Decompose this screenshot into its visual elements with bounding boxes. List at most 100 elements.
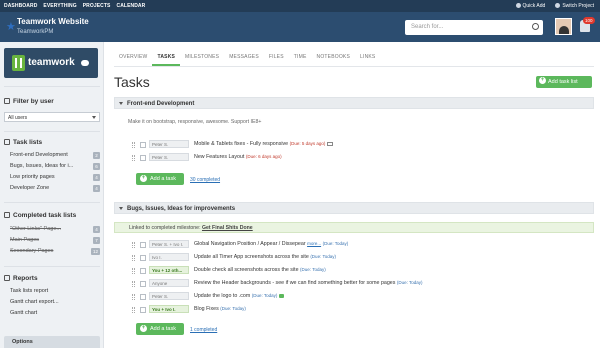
task-row[interactable]: Anyone Review the Header backgrounds - s… [132, 279, 592, 289]
nav-everything[interactable]: EVERYTHING [43, 3, 76, 9]
comment-icon[interactable] [279, 293, 285, 298]
avatar[interactable] [555, 18, 572, 35]
task-checkbox[interactable] [140, 293, 146, 300]
quick-add-button[interactable]: Quick Add [515, 3, 546, 9]
assignee-tag[interactable]: Peter S. [149, 140, 189, 148]
add-task-button[interactable]: Add a task [136, 323, 184, 335]
tab-milestones[interactable]: MILESTONES [180, 52, 224, 66]
task-text[interactable]: Global Navigation Position / Appear / Di… [194, 241, 348, 247]
report-task-lists[interactable]: Task lists report [10, 288, 100, 294]
task-checkbox[interactable] [140, 241, 146, 248]
task-text[interactable]: Blog Fixes (Due: Today) [194, 306, 246, 312]
task-text[interactable]: Double check all screenshots across the … [194, 267, 326, 273]
drag-handle-icon[interactable] [132, 268, 135, 274]
task-checkbox[interactable] [140, 306, 146, 313]
assignee-tag[interactable]: You + Ivo I. [149, 305, 189, 313]
due-date: (Due: Today) [310, 254, 336, 259]
nav-calendar[interactable]: CALENDAR [117, 3, 146, 9]
report-gantt-export[interactable]: Gantt chart export... [10, 299, 100, 305]
sidebar-item-bugs[interactable]: Bugs, Issues, Ideas for i... 6 [10, 163, 100, 170]
task-row[interactable]: Peter S. Mobile & Tablets fixes - Fully … [132, 140, 592, 150]
divider [4, 266, 100, 267]
assignee-tag[interactable]: Ivo I. [149, 253, 189, 261]
tab-links[interactable]: LINKS [355, 52, 380, 66]
notification-badge: 100 [583, 17, 595, 24]
count-badge: 12 [90, 248, 100, 255]
project-title[interactable]: Teamwork Website [17, 17, 89, 26]
task-row[interactable]: You + Ivo I. Blog Fixes (Due: Today) [132, 305, 592, 315]
assignee-tag[interactable]: Anyone [149, 279, 189, 287]
report-gantt-chart[interactable]: Gantt chart [10, 310, 100, 316]
task-checkbox[interactable] [140, 280, 146, 287]
divider [4, 131, 100, 132]
assignee-tag[interactable]: You + 12 oth... [149, 266, 189, 274]
sidebar-item-developer-zone[interactable]: Developer Zone 4 [10, 185, 100, 192]
switch-project-label: Switch Project [562, 3, 594, 9]
user-filter-select[interactable]: All users [4, 112, 100, 122]
task-row[interactable]: Peter S. + Ivo I. Global Navigation Posi… [132, 240, 592, 250]
task-list-header[interactable]: Front-end Development [114, 97, 594, 109]
teamwork-logo-icon [12, 55, 25, 71]
checklist-icon [4, 212, 10, 218]
options-toggle[interactable]: Options [4, 336, 100, 348]
task-checkbox[interactable] [140, 267, 146, 274]
drag-handle-icon[interactable] [132, 281, 135, 287]
nav-dashboard[interactable]: DASHBOARD [4, 3, 37, 9]
nav-projects[interactable]: PROJECTS [83, 3, 111, 9]
add-task-button[interactable]: Add a task [136, 173, 184, 185]
drag-handle-icon[interactable] [132, 294, 135, 300]
completed-title: Completed task lists [13, 212, 77, 219]
completed-link[interactable]: 30 completed [190, 177, 220, 183]
chevron-down-icon [92, 116, 96, 119]
assignee-tag[interactable]: Peter S. [149, 292, 189, 300]
task-row[interactable]: Ivo I. Update all Timer App screenshots … [132, 253, 592, 263]
star-icon[interactable]: ★ [6, 20, 16, 33]
task-row[interactable]: Peter S. New Features Layout (Due: 6 day… [132, 153, 592, 163]
drag-handle-icon[interactable] [132, 142, 135, 148]
reports-heading: Reports [4, 275, 38, 282]
search-icon[interactable] [532, 23, 539, 30]
task-text[interactable]: Review the Header backgrounds - see if w… [194, 280, 423, 286]
tab-overview[interactable]: OVERVIEW [114, 52, 152, 66]
sidebar-item-front-end[interactable]: Front-end Development 2 [10, 152, 100, 159]
tab-messages[interactable]: MESSAGES [224, 52, 264, 66]
task-checkbox[interactable] [140, 154, 146, 161]
tab-tasks[interactable]: TASKS [152, 52, 181, 66]
completed-link[interactable]: 1 completed [190, 327, 217, 333]
task-text[interactable]: Update all Timer App screenshots across … [194, 254, 336, 260]
task-checkbox[interactable] [140, 254, 146, 261]
task-row[interactable]: You + 12 oth... Double check all screens… [132, 266, 592, 276]
switch-project-button[interactable]: Switch Project [555, 3, 594, 9]
tab-notebooks[interactable]: NOTEBOOKS [312, 52, 355, 66]
task-text[interactable]: Update the logo to .com (Due: Today) [194, 293, 285, 299]
project-tabs: OVERVIEW TASKS MILESTONES MESSAGES FILES… [114, 52, 380, 66]
sidebar-item-main-pages[interactable]: Main Pages 7 [10, 237, 100, 244]
add-task-list-button[interactable]: Add task list [536, 76, 592, 88]
assignee-tag[interactable]: Peter S. + Ivo I. [149, 240, 189, 248]
task-checkbox[interactable] [140, 141, 146, 148]
due-date: (Due: Today) [251, 293, 278, 298]
reports-title: Reports [13, 275, 38, 282]
logo[interactable]: teamwork [4, 48, 98, 78]
milestone-link[interactable]: Get Final Shits Done [202, 225, 253, 231]
sidebar-item-secondary-pages[interactable]: Secondary Pages 12 [10, 248, 100, 255]
task-text[interactable]: New Features Layout (Due: 6 days ago) [194, 154, 282, 160]
search-input[interactable]: Search for... [405, 20, 543, 35]
sidebar-item-low-priority[interactable]: Low priority pages 4 [10, 174, 100, 181]
assignee-tag[interactable]: Peter S. [149, 153, 189, 161]
sidebar-item-other-links[interactable]: "Other Links" Page... 4 [10, 226, 100, 233]
task-text[interactable]: Mobile & Tablets fixes - Fully responsiv… [194, 141, 334, 147]
due-date: (Due: Today) [396, 280, 423, 285]
tab-time[interactable]: TIME [289, 52, 312, 66]
tab-files[interactable]: FILES [264, 52, 289, 66]
task-list-header[interactable]: Bugs, Issues, Ideas for improvements [114, 202, 594, 214]
user-filter-value: All users [8, 114, 28, 121]
drag-handle-icon[interactable] [132, 242, 135, 248]
task-row[interactable]: Peter S. Update the logo to .com (Due: T… [132, 292, 592, 302]
company-name[interactable]: TeamworkPM [17, 29, 53, 35]
drag-handle-icon[interactable] [132, 255, 135, 261]
drag-handle-icon[interactable] [132, 155, 135, 161]
more-link[interactable]: more... [307, 241, 321, 246]
drag-handle-icon[interactable] [132, 307, 135, 313]
quick-add-label: Quick Add [522, 3, 546, 9]
